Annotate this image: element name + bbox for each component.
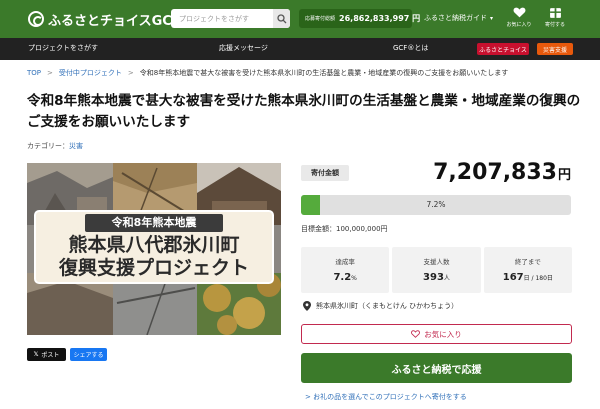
search-button[interactable] (273, 9, 290, 28)
gift-box-icon (549, 8, 561, 18)
nav-about[interactable]: GCF®とは (393, 43, 428, 53)
donation-amount: 7,207,833円 (433, 160, 571, 185)
donation-history-link[interactable]: 寄付する (540, 6, 570, 34)
breadcrumb-top[interactable]: TOP (27, 69, 41, 77)
map-pin-icon (303, 301, 311, 311)
select-gift-link[interactable]: > お礼の品を選んでこのプロジェクトへ寄付をする (305, 392, 467, 402)
chevron-down-icon: ▾ (490, 14, 494, 22)
hero-banner-small: 令和8年熊本地震 (111, 216, 197, 229)
breadcrumb-accepting[interactable]: 受付中プロジェクト (59, 68, 122, 78)
logo-text: ふるさとチョイスGCF (48, 13, 181, 29)
donation-history-label: 寄付する (544, 22, 565, 28)
search-input[interactable] (171, 10, 271, 27)
hero-banner-line1: 熊本県八代郡氷川町 (68, 234, 240, 256)
target-label: 目標金額： (301, 225, 336, 233)
target-value: 100,000,000円 (336, 225, 388, 233)
nav-messages[interactable]: 応援メッセージ (219, 43, 268, 53)
donate-button[interactable]: ふるさと納税で応援 (301, 353, 572, 383)
favorite-label: お気に入り (424, 329, 462, 339)
donation-total-label: 応募寄付総額 (305, 16, 336, 22)
search-box (171, 9, 290, 28)
search-icon (276, 13, 286, 23)
progress-percent: 7.2% (426, 200, 446, 209)
nav-furusato-choice-button[interactable]: ふるさとチョイス (477, 43, 529, 55)
stat-unit: 人 (443, 275, 450, 282)
favorites-label: お気に入り (506, 22, 532, 28)
stat-value: 393人 (423, 272, 450, 283)
stat-label: 達成率 (335, 258, 355, 266)
breadcrumb: TOP > 受付中プロジェクト > 令和8年熊本地震で甚大な被害を受けた熊本県氷… (27, 68, 508, 78)
stats-row: 達成率 7.2% 支援人数 393人 終了まで 167日 / 180日 (301, 247, 572, 293)
stat-number: 7.2 (333, 272, 352, 283)
project-hero-image: 令和8年熊本地震 熊本県八代郡氷川町 復興支援プロジェクト (27, 163, 281, 335)
x-post-button[interactable]: 𝕏 ポスト (27, 348, 66, 361)
main-nav: プロジェクトをさがす 応援メッセージ GCF®とは ふるさとチョイス 災害支援 (0, 38, 600, 60)
project-location: 熊本県氷川町（くまもとけん ひかわちょう） (303, 301, 458, 311)
stat-achievement-rate: 達成率 7.2% (301, 247, 390, 293)
guide-label: ふるさと納税ガイド (424, 14, 487, 22)
furusato-guide-menu[interactable]: ふるさと納税ガイド ▾ (424, 13, 493, 23)
heart-outline-icon (411, 330, 421, 338)
x-post-label: ポスト (41, 352, 60, 359)
category-link[interactable]: 災害 (69, 142, 83, 150)
add-favorite-button[interactable]: お気に入り (301, 324, 572, 344)
site-logo[interactable]: ふるさとチョイスGCF (28, 8, 181, 30)
category: カテゴリー：災害 (27, 141, 83, 151)
location-text: 熊本県氷川町（くまもとけん ひかわちょう） (316, 302, 459, 310)
nav-find-projects[interactable]: プロジェクトをさがす (28, 43, 98, 53)
page-title: 令和8年熊本地震で甚大な被害を受けた熊本県氷川町の生活基盤と農業・地域産業の復興… (27, 93, 581, 130)
category-label: カテゴリー： (27, 142, 69, 150)
logo-mark-icon (28, 11, 44, 27)
donation-total: 応募寄付総額 26,862,833,997 円 (299, 9, 420, 28)
breadcrumb-current: 令和8年熊本地震で甚大な被害を受けた熊本県氷川町の生活基盤と農業・地域産業の復興… (139, 69, 509, 77)
stat-value: 7.2% (333, 272, 356, 283)
x-logo-icon: 𝕏 (33, 351, 39, 358)
target-amount: 目標金額：100,000,000円 (301, 224, 388, 234)
stat-label: 終了まで (514, 258, 541, 266)
stat-unit: % (351, 275, 357, 282)
nav-disaster-support-button[interactable]: 災害支援 (537, 43, 573, 55)
funding-progress-bar: 7.2% (301, 195, 571, 215)
donation-total-value: 26,862,833,997 円 (339, 14, 421, 23)
stat-number: 167 (502, 272, 524, 283)
amount-label: 寄付金額 (301, 165, 349, 181)
facebook-share-button[interactable]: シェアする (70, 348, 107, 361)
hero-banner-line2: 復興支援プロジェクト (58, 257, 249, 279)
donation-amount-value: 7,207,833 (433, 160, 557, 185)
favorites-link[interactable]: お気に入り (504, 6, 534, 34)
stat-value: 167日 / 180日 (503, 272, 553, 283)
stat-unit: 日 / 180日 (523, 275, 553, 282)
chevron-right-icon: > (47, 69, 53, 77)
chevron-right-icon: > (127, 69, 134, 77)
stat-days-remaining: 終了まで 167日 / 180日 (483, 247, 572, 293)
donation-amount-unit: 円 (557, 168, 571, 183)
stat-supporters: 支援人数 393人 (392, 247, 481, 293)
stat-label: 支援人数 (423, 258, 450, 266)
site-header: ふるさとチョイスGCF 応募寄付総額 26,862,833,997 円 ふるさと… (0, 0, 600, 38)
heart-icon (513, 7, 525, 18)
stat-number: 393 (423, 272, 444, 283)
